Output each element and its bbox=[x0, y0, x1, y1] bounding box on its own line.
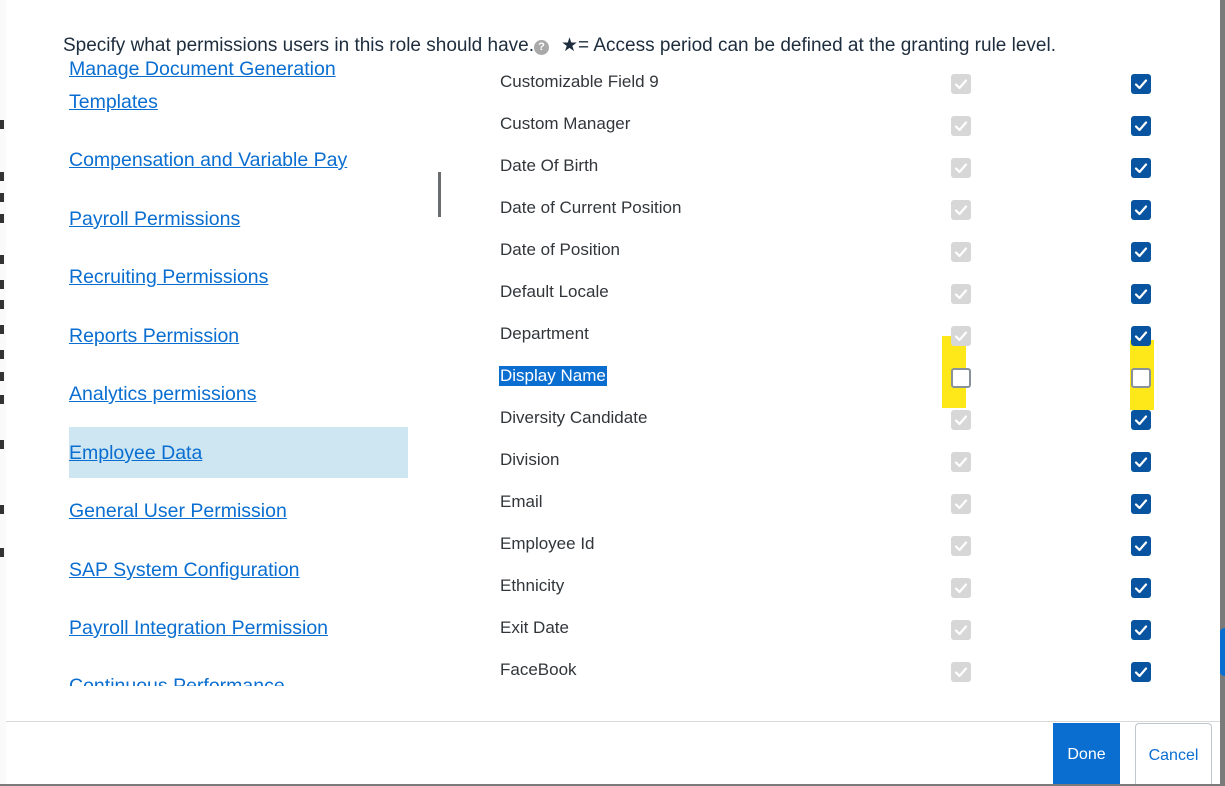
footer-divider bbox=[6, 721, 1220, 722]
view-checkbox-disabled bbox=[951, 242, 971, 262]
field-label: Ethnicity bbox=[500, 576, 565, 595]
background-text-fragment bbox=[0, 395, 4, 404]
field-row: Custom Manager bbox=[500, 106, 1200, 148]
background-text-fragment bbox=[0, 280, 4, 289]
field-label: Diversity Candidate bbox=[500, 408, 648, 427]
field-row: Date of Current Position bbox=[500, 190, 1200, 232]
edit-checkbox[interactable] bbox=[1131, 326, 1151, 346]
view-checkbox-disabled bbox=[951, 326, 971, 346]
nav-item-manage-document-generation[interactable]: Manage Document Generation bbox=[69, 58, 336, 85]
view-checkbox-disabled bbox=[951, 578, 971, 598]
view-checkbox[interactable] bbox=[951, 368, 971, 388]
edit-checkbox[interactable] bbox=[1131, 242, 1151, 262]
background-text-fragment bbox=[0, 505, 4, 514]
edit-checkbox[interactable] bbox=[1131, 494, 1151, 514]
view-checkbox-disabled bbox=[951, 662, 971, 682]
nav-item-continuous-performance[interactable]: Continuous Performance bbox=[69, 670, 285, 686]
field-row: Customizable Field 9 bbox=[500, 64, 1200, 106]
nav-item-analytics-permissions[interactable]: Analytics permissions bbox=[69, 378, 256, 410]
background-text-fragment bbox=[0, 372, 4, 381]
view-checkbox-disabled bbox=[951, 536, 971, 556]
edit-checkbox[interactable] bbox=[1131, 410, 1151, 430]
background-text-fragment bbox=[0, 193, 4, 202]
field-row: Ethnicity bbox=[500, 568, 1200, 610]
view-checkbox-disabled bbox=[951, 410, 971, 430]
field-label: Division bbox=[500, 450, 560, 469]
field-label: Date of Current Position bbox=[500, 198, 682, 217]
help-icon[interactable]: ? bbox=[534, 40, 550, 55]
edit-checkbox[interactable] bbox=[1131, 200, 1151, 220]
field-label: Date Of Birth bbox=[500, 156, 599, 175]
cancel-button[interactable]: Cancel bbox=[1135, 723, 1212, 784]
edit-checkbox[interactable] bbox=[1131, 662, 1151, 682]
edit-checkbox[interactable] bbox=[1131, 620, 1151, 640]
nav-item-recruiting-permissions[interactable]: Recruiting Permissions bbox=[69, 261, 268, 293]
field-row: Division bbox=[500, 442, 1200, 484]
nav-item-templates[interactable]: Templates bbox=[69, 86, 158, 118]
instruction-text: Specify what permissions users in this r… bbox=[63, 35, 535, 56]
field-row: FaceBook bbox=[500, 652, 1200, 694]
nav-scrollbar[interactable] bbox=[438, 172, 441, 217]
view-checkbox-disabled bbox=[951, 284, 971, 304]
view-checkbox-disabled bbox=[951, 158, 971, 178]
background-text-fragment bbox=[0, 300, 4, 309]
edit-checkbox[interactable] bbox=[1131, 74, 1151, 94]
background-text-fragment bbox=[0, 214, 4, 223]
background-text-fragment bbox=[0, 548, 4, 557]
nav-item-payroll-permissions[interactable]: Payroll Permissions bbox=[69, 203, 240, 235]
nav-item-sap-system-configuration[interactable]: SAP System Configuration bbox=[69, 554, 300, 586]
background-text-fragment bbox=[0, 350, 4, 359]
view-checkbox-disabled bbox=[951, 74, 971, 94]
dialog-header: Specify what permissions users in this r… bbox=[63, 34, 1056, 57]
field-row: Employee Id bbox=[500, 526, 1200, 568]
view-checkbox-disabled bbox=[951, 494, 971, 514]
field-label: Customizable Field 9 bbox=[500, 72, 659, 91]
edit-checkbox[interactable] bbox=[1131, 284, 1151, 304]
edit-checkbox[interactable] bbox=[1131, 368, 1151, 388]
permission-category-nav: Manage Document Generation Templates Com… bbox=[62, 58, 422, 686]
access-period-note: ★= Access period can be defined at the g… bbox=[561, 35, 1056, 56]
edit-checkbox[interactable] bbox=[1131, 452, 1151, 472]
edit-checkbox[interactable] bbox=[1131, 116, 1151, 136]
view-checkbox-disabled bbox=[951, 200, 971, 220]
field-label: Custom Manager bbox=[500, 114, 631, 133]
edit-checkbox[interactable] bbox=[1131, 158, 1151, 178]
view-checkbox-disabled bbox=[951, 116, 971, 136]
field-label: Exit Date bbox=[500, 618, 569, 637]
field-row: Department bbox=[500, 316, 1200, 358]
field-row: Date Of Birth bbox=[500, 148, 1200, 190]
done-button[interactable]: Done bbox=[1053, 723, 1120, 784]
field-row: Display Name bbox=[499, 358, 1200, 400]
background-text-fragment bbox=[0, 440, 4, 449]
edit-checkbox[interactable] bbox=[1131, 536, 1151, 556]
nav-item-compensation[interactable]: Compensation and Variable Pay bbox=[69, 144, 347, 176]
field-label: Employee Id bbox=[500, 534, 595, 553]
field-row: Default Locale bbox=[500, 274, 1200, 316]
view-checkbox-disabled bbox=[951, 452, 971, 472]
field-label: Date of Position bbox=[500, 240, 621, 259]
field-label: Department bbox=[500, 324, 589, 343]
field-row: Exit Date bbox=[500, 610, 1200, 652]
background-text-fragment bbox=[0, 255, 4, 264]
edit-checkbox[interactable] bbox=[1131, 578, 1151, 598]
field-row: Date of Position bbox=[500, 232, 1200, 274]
field-row: Diversity Candidate bbox=[500, 400, 1200, 442]
nav-item-employee-data[interactable]: Employee Data bbox=[69, 437, 202, 469]
nav-item-payroll-integration-permission[interactable]: Payroll Integration Permission bbox=[69, 612, 328, 644]
permissions-dialog: Specify what permissions users in this r… bbox=[6, 0, 1220, 784]
background-text-fragment bbox=[0, 172, 4, 181]
field-label: Default Locale bbox=[500, 282, 609, 301]
field-label: FaceBook bbox=[500, 660, 577, 679]
background-text-fragment bbox=[0, 120, 4, 129]
field-label: Display Name bbox=[499, 366, 607, 386]
field-row: Email bbox=[500, 484, 1200, 526]
nav-item-general-user-permission[interactable]: General User Permission bbox=[69, 495, 287, 527]
nav-item-reports-permission[interactable]: Reports Permission bbox=[69, 320, 239, 352]
background-text-fragment bbox=[0, 325, 4, 334]
view-checkbox-disabled bbox=[951, 620, 971, 640]
field-label: Email bbox=[500, 492, 543, 511]
